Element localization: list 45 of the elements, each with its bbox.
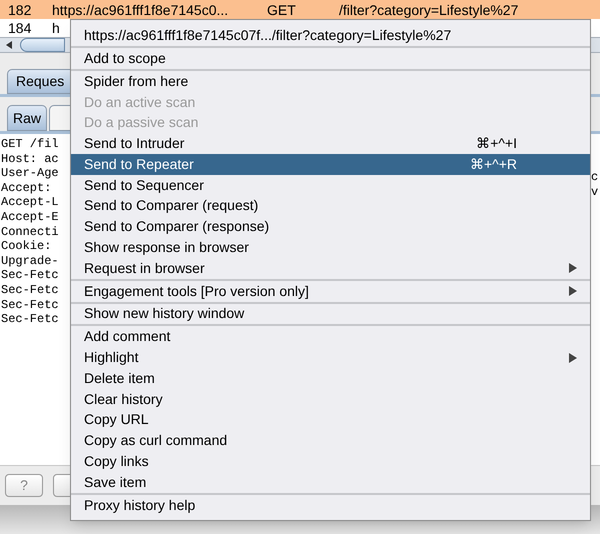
menu-item[interactable]: Add to scope [71, 48, 590, 69]
tab[interactable]: Raw [7, 105, 47, 131]
request-line: c [591, 170, 598, 184]
scrollbar-thumb[interactable] [20, 38, 65, 52]
menu-item[interactable]: Send to Repeater ⌘+^+R [71, 154, 590, 175]
menu-item[interactable]: Highlight [71, 347, 590, 368]
table-cell-text: /filter?category=Lifestyle%27 [339, 2, 520, 16]
table-cell-text: 182 [7, 2, 32, 16]
menu-item[interactable]: Show response in browser [71, 237, 590, 258]
request-line: GET /fil [1, 137, 59, 152]
request-line: Sec-Fetc [1, 298, 59, 312]
menu-item[interactable]: Send to Sequencer [71, 174, 590, 196]
request-line: Cookie: [1, 239, 52, 254]
menu-item[interactable]: Proxy history help [71, 494, 590, 516]
menu-header: https://ac961fff1f8e7145c07f.../filter?category=Lifestyle%27 [83, 26, 452, 45]
table-row[interactable]: 182 https://ac961fff1f8e7145c0... GET /filter?category=Lifestyle%27 [0, 0, 600, 19]
request-line: Accept-L [1, 195, 59, 210]
request-line: Accept: [1, 180, 52, 196]
menu-item[interactable]: Add comment [71, 326, 590, 348]
menu-item[interactable]: Copy URL [71, 410, 590, 430]
table-cell-text: h [52, 21, 61, 35]
menu-item[interactable]: Clear history [71, 388, 590, 410]
left-arrow-icon[interactable] [4, 40, 14, 50]
table-cell-text: GET [267, 2, 297, 16]
request-line: v [591, 184, 598, 199]
menu-item[interactable]: Copy as curl command [71, 430, 590, 452]
request-line: Sec-Fetc [1, 268, 59, 283]
request-line: Connecti [1, 224, 59, 240]
menu-item[interactable]: Engagement tools [Pro version only] [71, 280, 590, 302]
request-line: Sec-Fetc [1, 282, 59, 298]
menu-item[interactable]: Show new history window [71, 304, 590, 324]
request-line: Host: ac [1, 152, 59, 166]
menu-item[interactable]: Send to Intruder ⌘+^+I [71, 133, 590, 154]
table-cell-text: https://ac961fff1f8e7145c0... [52, 2, 230, 16]
menu-item[interactable]: Send to Comparer (request) [71, 196, 590, 216]
request-line: User-Age [1, 166, 59, 181]
request-line: Sec-Fetc [1, 312, 59, 327]
table-cell-text: 184 [7, 21, 32, 35]
request-line: Accept-E [1, 210, 59, 225]
menu-item[interactable]: Request in browser [71, 258, 590, 279]
request-line: Upgrade- [1, 254, 59, 268]
menu-item[interactable]: Save item [71, 472, 590, 493]
menu-item[interactable]: Copy links [71, 451, 590, 472]
menu-item[interactable]: Send to Comparer (response) [71, 216, 590, 238]
menu-item[interactable]: Delete item [71, 368, 590, 389]
